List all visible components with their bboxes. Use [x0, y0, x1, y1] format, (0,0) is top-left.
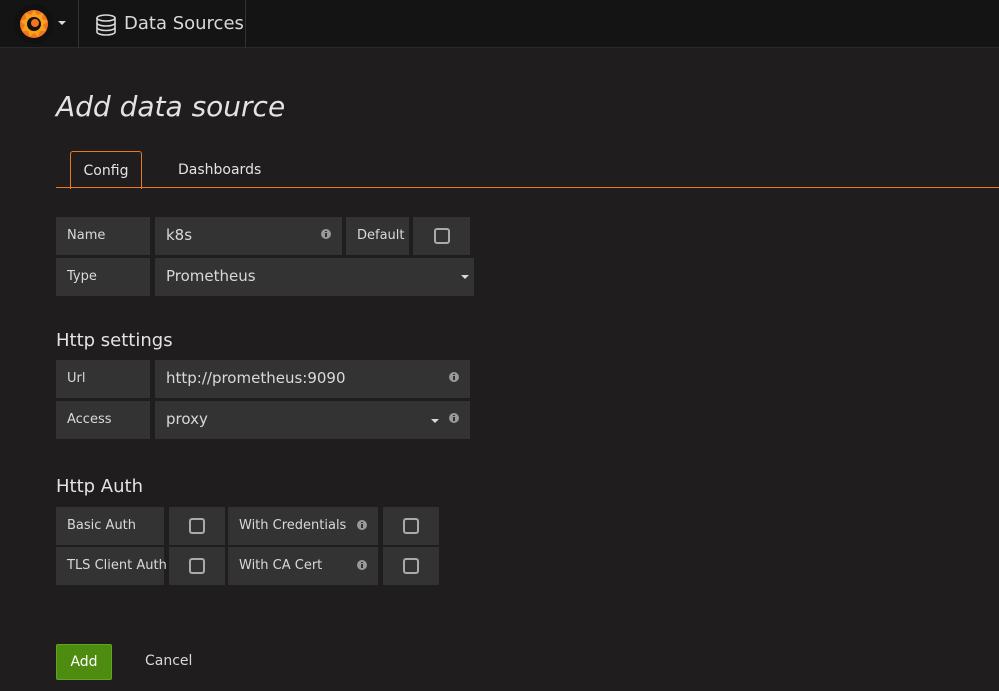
page-title: Add data source: [56, 90, 286, 123]
info-icon[interactable]: [357, 520, 367, 530]
add-button[interactable]: Add: [56, 644, 112, 680]
http-auth-title: Http Auth: [56, 476, 143, 497]
grafana-logo-icon: [14, 4, 54, 44]
basic-auth-label: Basic Auth: [56, 507, 164, 545]
info-icon[interactable]: [449, 372, 459, 382]
with-credentials-checkbox[interactable]: [403, 518, 419, 534]
name-label: Name: [56, 217, 150, 255]
access-select[interactable]: proxy: [155, 401, 470, 439]
access-label: Access: [56, 401, 150, 439]
breadcrumb[interactable]: Data Sources: [80, 0, 246, 48]
tls-client-auth-label: TLS Client Auth: [56, 547, 167, 585]
tab-config[interactable]: Config: [70, 151, 142, 189]
default-label: Default: [346, 217, 409, 255]
tls-client-auth-checkbox[interactable]: [189, 558, 205, 574]
with-ca-cert-checkbox[interactable]: [403, 558, 419, 574]
default-checkbox[interactable]: [434, 228, 450, 244]
name-input[interactable]: k8s: [155, 217, 342, 255]
with-ca-cert-checkbox-cell: [383, 547, 439, 585]
info-icon[interactable]: [449, 413, 459, 423]
http-settings-title: Http settings: [56, 330, 173, 351]
cancel-button[interactable]: Cancel: [145, 653, 192, 669]
access-select-value: proxy: [166, 410, 208, 428]
url-input[interactable]: http://prometheus:9090: [155, 360, 470, 398]
chevron-down-icon: [58, 21, 66, 25]
chevron-down-icon: [461, 275, 469, 279]
default-checkbox-cell: [413, 217, 470, 255]
url-input-value: http://prometheus:9090: [166, 369, 346, 387]
tab-dashboards[interactable]: Dashboards: [178, 151, 261, 189]
info-icon[interactable]: [357, 560, 367, 570]
with-ca-cert-text: With CA Cert: [239, 558, 323, 573]
chevron-down-icon: [431, 419, 439, 423]
tls-client-auth-checkbox-cell: [169, 547, 225, 585]
database-icon: [96, 14, 116, 36]
breadcrumb-label: Data Sources: [124, 13, 244, 34]
with-credentials-checkbox-cell: [383, 507, 439, 545]
url-label: Url: [56, 360, 150, 398]
basic-auth-checkbox-cell: [169, 507, 225, 545]
with-credentials-label: With Credentials: [228, 507, 378, 545]
type-select[interactable]: Prometheus: [155, 258, 474, 296]
type-label: Type: [56, 258, 150, 296]
with-credentials-text: With Credentials: [239, 518, 347, 533]
name-input-value: k8s: [166, 226, 193, 244]
type-select-value: Prometheus: [166, 267, 256, 285]
with-ca-cert-label: With CA Cert: [228, 547, 378, 585]
info-icon[interactable]: [321, 229, 331, 239]
grafana-menu-button[interactable]: [0, 0, 79, 48]
tabs-underline: [56, 187, 999, 188]
top-navbar: Data Sources: [0, 0, 999, 48]
basic-auth-checkbox[interactable]: [189, 518, 205, 534]
